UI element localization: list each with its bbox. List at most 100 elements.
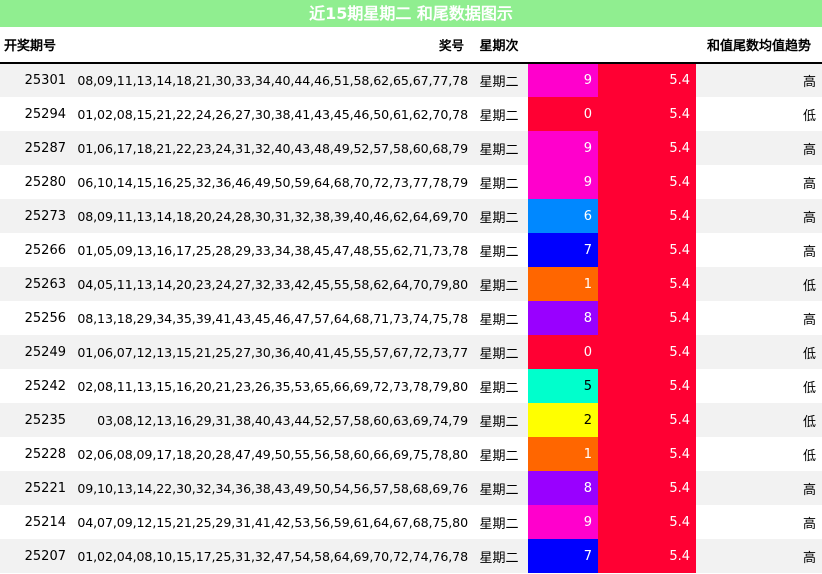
table-row: 25273 08,09,11,13,14,18,20,24,28,30,31,32… xyxy=(0,199,822,233)
issue-cell: 25301 xyxy=(0,63,72,97)
table-row: 25242 02,08,11,13,15,16,20,21,23,26,35,53… xyxy=(0,369,822,403)
trend-cell: 低 xyxy=(696,403,822,437)
trend-cell: 低 xyxy=(696,267,822,301)
numbers-cell: 02,06,08,09,17,18,20,28,47,49,50,55,56,5… xyxy=(72,437,470,471)
numbers-cell: 08,13,18,29,34,35,39,41,43,45,46,47,57,6… xyxy=(72,301,470,335)
weekday-cell: 星期二 xyxy=(470,97,528,131)
weekday-cell: 星期二 xyxy=(470,335,528,369)
issue-cell: 25207 xyxy=(0,539,72,573)
trend-cell: 高 xyxy=(696,131,822,165)
numbers-cell: 03,08,12,13,16,29,31,38,40,43,44,52,57,5… xyxy=(72,403,470,437)
avg-cell: 5.4 xyxy=(598,437,696,471)
page-title: 近15期星期二 和尾数据图示 xyxy=(0,0,822,27)
weekday-cell: 星期二 xyxy=(470,63,528,97)
avg-cell: 5.4 xyxy=(598,471,696,505)
table-row: 25221 09,10,13,14,22,30,32,34,36,38,43,49… xyxy=(0,471,822,505)
avg-cell: 5.4 xyxy=(598,267,696,301)
header-tail: 和值尾数 xyxy=(528,27,598,64)
numbers-cell: 06,10,14,15,16,25,32,36,46,49,50,59,64,6… xyxy=(72,165,470,199)
trend-cell: 低 xyxy=(696,335,822,369)
tail-cell: 6 xyxy=(528,199,598,233)
table-row: 25266 01,05,09,13,16,17,25,28,29,33,34,38… xyxy=(0,233,822,267)
header-issue: 开奖期号 xyxy=(0,27,72,64)
weekday-cell: 星期二 xyxy=(470,369,528,403)
trend-cell: 高 xyxy=(696,471,822,505)
numbers-cell: 01,02,08,15,21,22,24,26,27,30,38,41,43,4… xyxy=(72,97,470,131)
avg-cell: 5.4 xyxy=(598,403,696,437)
avg-cell: 5.4 xyxy=(598,335,696,369)
trend-cell: 高 xyxy=(696,199,822,233)
numbers-cell: 02,08,11,13,15,16,20,21,23,26,35,53,65,6… xyxy=(72,369,470,403)
tail-cell: 1 xyxy=(528,437,598,471)
table-body: 25301 08,09,11,13,14,18,21,30,33,34,40,44… xyxy=(0,63,822,573)
trend-cell: 高 xyxy=(696,233,822,267)
data-table: 开奖期号 奖号 星期次 和值尾数 和值尾数均数 和值尾数均值趋势 25301 08… xyxy=(0,27,822,573)
avg-cell: 5.4 xyxy=(598,369,696,403)
weekday-cell: 星期二 xyxy=(470,165,528,199)
trend-cell: 高 xyxy=(696,63,822,97)
issue-cell: 25235 xyxy=(0,403,72,437)
tail-cell: 9 xyxy=(528,165,598,199)
issue-cell: 25263 xyxy=(0,267,72,301)
avg-cell: 5.4 xyxy=(598,63,696,97)
issue-cell: 25242 xyxy=(0,369,72,403)
avg-cell: 5.4 xyxy=(598,97,696,131)
numbers-cell: 01,06,17,18,21,22,23,24,31,32,40,43,48,4… xyxy=(72,131,470,165)
issue-cell: 25228 xyxy=(0,437,72,471)
issue-cell: 25273 xyxy=(0,199,72,233)
tail-cell: 9 xyxy=(528,505,598,539)
issue-cell: 25256 xyxy=(0,301,72,335)
table-row: 25249 01,06,07,12,13,15,21,25,27,30,36,40… xyxy=(0,335,822,369)
avg-cell: 5.4 xyxy=(598,199,696,233)
numbers-cell: 04,07,09,12,15,21,25,29,31,41,42,53,56,5… xyxy=(72,505,470,539)
header-row: 开奖期号 奖号 星期次 和值尾数 和值尾数均数 和值尾数均值趋势 xyxy=(0,27,822,64)
numbers-cell: 04,05,11,13,14,20,23,24,27,32,33,42,45,5… xyxy=(72,267,470,301)
trend-cell: 高 xyxy=(696,301,822,335)
trend-cell: 低 xyxy=(696,97,822,131)
numbers-cell: 01,06,07,12,13,15,21,25,27,30,36,40,41,4… xyxy=(72,335,470,369)
trend-cell: 低 xyxy=(696,369,822,403)
header-trend: 和值尾数均值趋势 xyxy=(696,27,822,64)
weekday-cell: 星期二 xyxy=(470,131,528,165)
avg-cell: 5.4 xyxy=(598,301,696,335)
header-numbers: 奖号 xyxy=(72,27,470,64)
issue-cell: 25266 xyxy=(0,233,72,267)
avg-cell: 5.4 xyxy=(598,131,696,165)
header-avg: 和值尾数均数 xyxy=(598,27,696,64)
weekday-cell: 星期二 xyxy=(470,233,528,267)
numbers-cell: 08,09,11,13,14,18,20,24,28,30,31,32,38,3… xyxy=(72,199,470,233)
table-row: 25263 04,05,11,13,14,20,23,24,27,32,33,42… xyxy=(0,267,822,301)
table-row: 25280 06,10,14,15,16,25,32,36,46,49,50,59… xyxy=(0,165,822,199)
weekday-cell: 星期二 xyxy=(470,539,528,573)
numbers-cell: 09,10,13,14,22,30,32,34,36,38,43,49,50,5… xyxy=(72,471,470,505)
weekday-cell: 星期二 xyxy=(470,301,528,335)
issue-cell: 25287 xyxy=(0,131,72,165)
tail-cell: 9 xyxy=(528,63,598,97)
trend-cell: 低 xyxy=(696,437,822,471)
tail-cell: 0 xyxy=(528,335,598,369)
trend-cell: 高 xyxy=(696,505,822,539)
table-row: 25228 02,06,08,09,17,18,20,28,47,49,50,55… xyxy=(0,437,822,471)
avg-cell: 5.4 xyxy=(598,539,696,573)
trend-cell: 高 xyxy=(696,539,822,573)
table-row: 25294 01,02,08,15,21,22,24,26,27,30,38,41… xyxy=(0,97,822,131)
tail-cell: 9 xyxy=(528,131,598,165)
table-row: 25287 01,06,17,18,21,22,23,24,31,32,40,43… xyxy=(0,131,822,165)
tail-cell: 7 xyxy=(528,233,598,267)
weekday-cell: 星期二 xyxy=(470,437,528,471)
tail-cell: 2 xyxy=(528,403,598,437)
tail-cell: 8 xyxy=(528,471,598,505)
table-row: 25235 03,08,12,13,16,29,31,38,40,43,44,52… xyxy=(0,403,822,437)
numbers-cell: 01,02,04,08,10,15,17,25,31,32,47,54,58,6… xyxy=(72,539,470,573)
issue-cell: 25280 xyxy=(0,165,72,199)
tail-cell: 0 xyxy=(528,97,598,131)
weekday-cell: 星期二 xyxy=(470,267,528,301)
table-row: 25256 08,13,18,29,34,35,39,41,43,45,46,47… xyxy=(0,301,822,335)
avg-cell: 5.4 xyxy=(598,505,696,539)
trend-cell: 高 xyxy=(696,165,822,199)
issue-cell: 25249 xyxy=(0,335,72,369)
tail-cell: 1 xyxy=(528,267,598,301)
weekday-cell: 星期二 xyxy=(470,403,528,437)
weekday-cell: 星期二 xyxy=(470,199,528,233)
table-row: 25301 08,09,11,13,14,18,21,30,33,34,40,44… xyxy=(0,63,822,97)
